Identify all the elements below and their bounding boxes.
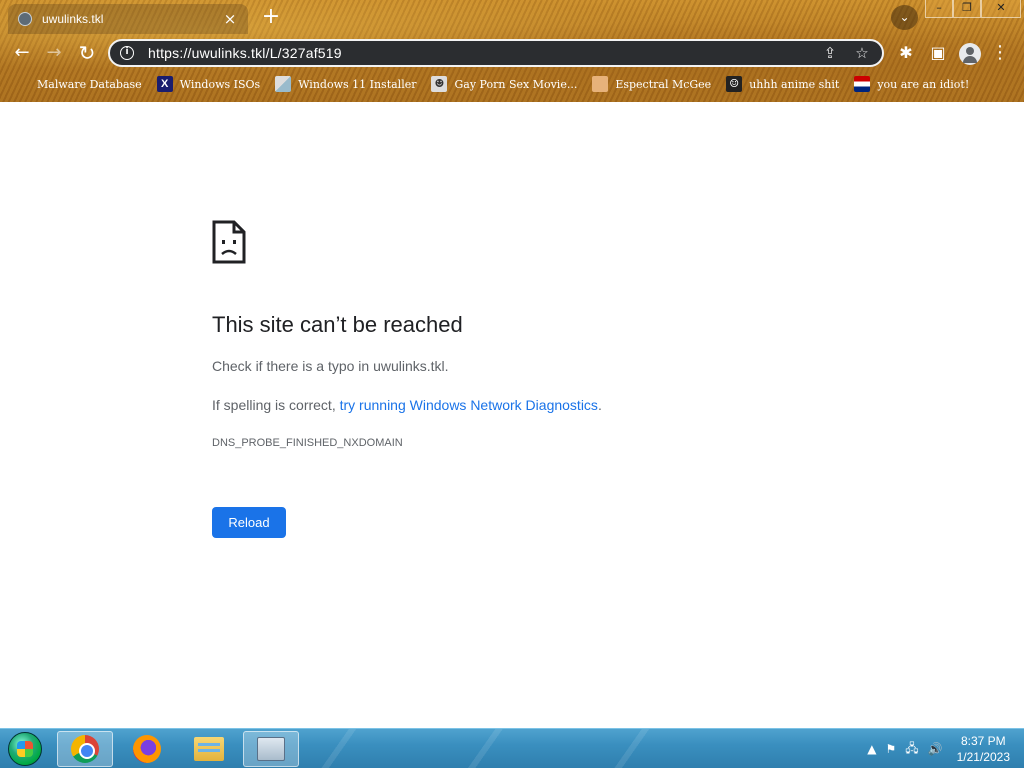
error-title: This site can’t be reached bbox=[212, 312, 463, 337]
site-info-icon[interactable]: i bbox=[120, 46, 134, 60]
file-explorer-icon bbox=[194, 737, 224, 761]
malware-icon bbox=[14, 76, 30, 92]
forward-button[interactable]: → bbox=[40, 39, 68, 67]
error-code: DNS_PROBE_FINISHED_NXDOMAIN bbox=[212, 437, 403, 449]
system-monitor-icon bbox=[257, 737, 285, 761]
taskbar: ▲ ⚑ 🖧 🔊 8:37 PM 1/21/2023 bbox=[0, 728, 1024, 768]
show-hidden-icons-icon[interactable]: ▲ bbox=[867, 742, 876, 756]
bookmark-star-icon[interactable]: ☆ bbox=[852, 44, 872, 62]
clock[interactable]: 8:37 PM 1/21/2023 bbox=[957, 733, 1010, 765]
volume-icon[interactable]: 🔊 bbox=[928, 742, 943, 756]
taskbar-chrome[interactable] bbox=[57, 731, 113, 767]
globe-icon bbox=[18, 12, 32, 26]
address-bar[interactable]: i https://uwulinks.tkl/L/327af519 ⇪ ☆ bbox=[108, 39, 884, 67]
bookmark-label: Windows 11 Installer bbox=[298, 77, 417, 91]
taskbar-firefox[interactable] bbox=[119, 731, 175, 767]
bookmark-windows-11-installer[interactable]: Windows 11 Installer bbox=[275, 76, 416, 92]
clock-time: 8:37 PM bbox=[960, 734, 1006, 748]
sad-document-icon bbox=[212, 220, 246, 264]
toolbar: ← → ↻ i https://uwulinks.tkl/L/327af519 … bbox=[0, 36, 1024, 70]
bookmark-gay-porn-sex-movie[interactable]: ☻ Gay Porn Sex Movie... bbox=[431, 76, 577, 92]
side-panel-icon[interactable]: ▣ bbox=[924, 39, 952, 67]
clock-date: 1/21/2023 bbox=[956, 750, 1010, 764]
network-diagnostics-link[interactable]: try running Windows Network Diagnostics bbox=[340, 397, 598, 413]
tab-close-icon[interactable]: × bbox=[222, 10, 238, 28]
error-hint-diagnostics: If spelling is correct, try running Wind… bbox=[212, 397, 602, 413]
bookmark-label: Espectral McGee bbox=[615, 77, 712, 91]
error-hint-typo: Check if there is a typo in uwulinks.tkl… bbox=[212, 358, 449, 374]
bookmark-windows-isos[interactable]: X Windows ISOs bbox=[156, 76, 261, 92]
bookmark-label: uhhh anime shit bbox=[749, 77, 840, 91]
bookmark-label: Gay Porn Sex Movie... bbox=[454, 77, 578, 91]
bookmark-label: Windows ISOs bbox=[179, 77, 261, 91]
bookmark-malware-database[interactable]: Malware Database bbox=[14, 76, 142, 92]
error-hint-suffix: . bbox=[597, 397, 602, 413]
x-icon: X bbox=[156, 76, 173, 92]
new-tab-button[interactable]: + bbox=[258, 4, 284, 30]
tab-active[interactable]: uwulinks.tkl × bbox=[8, 4, 248, 34]
face-icon bbox=[592, 76, 609, 92]
profile-button[interactable] bbox=[956, 39, 984, 67]
taskbar-system-monitor[interactable] bbox=[243, 731, 299, 767]
window-icon bbox=[275, 76, 292, 92]
back-button[interactable]: ← bbox=[8, 39, 36, 67]
tab-search-button[interactable]: ⌄ bbox=[891, 5, 918, 30]
window-controls: – ❐ ✕ bbox=[925, 0, 1021, 18]
taskbar-file-explorer[interactable] bbox=[181, 731, 237, 767]
url-text[interactable]: https://uwulinks.tkl/L/327af519 bbox=[148, 45, 808, 61]
avatar-icon bbox=[959, 42, 981, 65]
bookmark-uhhh-anime-shit[interactable]: ☺ uhhh anime shit bbox=[726, 76, 839, 92]
bookmark-espectral-mcgee[interactable]: Espectral McGee bbox=[592, 76, 711, 92]
restore-button[interactable]: ❐ bbox=[953, 0, 981, 18]
gp-icon: ☻ bbox=[431, 76, 448, 92]
menu-icon[interactable]: ⋮ bbox=[986, 39, 1014, 67]
extensions-icon[interactable]: ✱ bbox=[892, 39, 920, 67]
firefox-icon bbox=[133, 735, 161, 763]
system-tray: ▲ ⚑ 🖧 🔊 8:37 PM 1/21/2023 bbox=[858, 729, 1010, 768]
anime-icon: ☺ bbox=[726, 76, 743, 92]
error-hint-prefix: If spelling is correct, bbox=[212, 397, 340, 413]
close-window-button[interactable]: ✕ bbox=[981, 0, 1021, 18]
flag-icon bbox=[854, 76, 871, 92]
tab-title: uwulinks.tkl bbox=[42, 12, 104, 26]
bookmark-you-are-an-idiot[interactable]: you are an idiot! bbox=[854, 76, 969, 92]
bookmarks-bar: Malware Database X Windows ISOs Windows … bbox=[0, 73, 1024, 95]
chrome-icon bbox=[71, 735, 99, 763]
share-icon[interactable]: ⇪ bbox=[820, 44, 840, 62]
reload-button[interactable]: Reload bbox=[212, 507, 286, 538]
action-center-flag-icon[interactable]: ⚑ bbox=[886, 742, 897, 756]
browser-chrome: uwulinks.tkl × + ⌄ – ❐ ✕ ← → ↻ i https:/… bbox=[0, 0, 1024, 102]
minimize-button[interactable]: – bbox=[925, 0, 953, 18]
reload-toolbar-button[interactable]: ↻ bbox=[73, 39, 101, 67]
windows-logo-icon bbox=[8, 732, 42, 766]
bookmark-label: Malware Database bbox=[37, 77, 142, 91]
network-icon[interactable]: 🖧 bbox=[905, 739, 918, 760]
bookmark-label: you are an idiot! bbox=[877, 77, 970, 91]
start-button[interactable] bbox=[8, 732, 44, 766]
